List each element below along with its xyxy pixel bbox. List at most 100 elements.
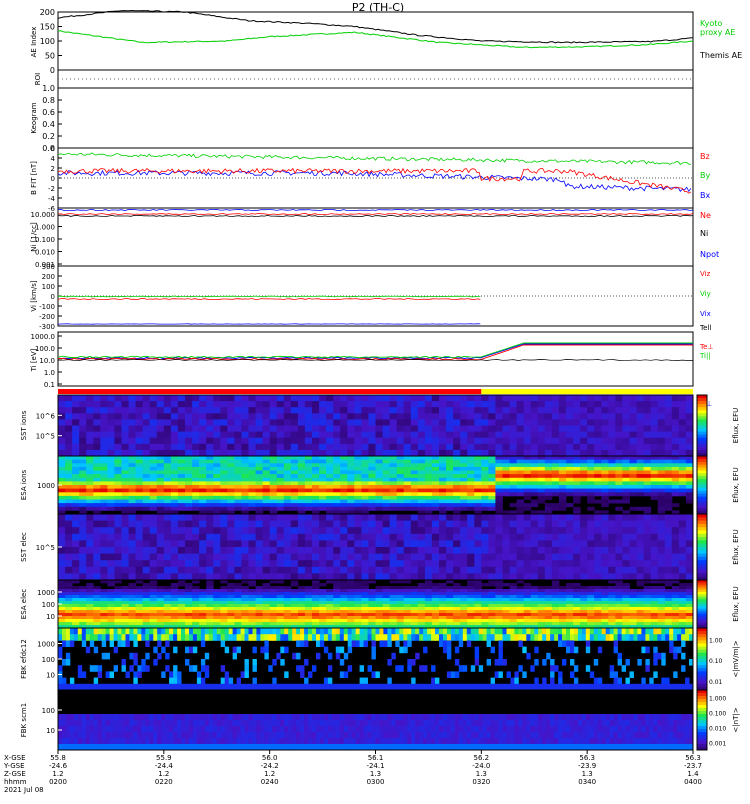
spectrogram-cell	[145, 640, 149, 647]
spectrogram-cell	[411, 534, 419, 541]
spectrogram-cell	[644, 573, 652, 580]
spectrogram-cell	[62, 678, 66, 685]
spectrogram-cell	[65, 613, 73, 616]
spectrogram-cell	[679, 492, 687, 496]
spectrogram-cell	[185, 444, 193, 451]
spectrogram-cell	[136, 401, 144, 408]
spectrogram-cell	[86, 485, 94, 489]
spectrogram-cell	[376, 592, 384, 595]
spectrogram-cell	[305, 438, 313, 445]
spectrogram-cell	[446, 395, 454, 402]
spectrogram-cell	[453, 471, 461, 475]
spectrogram-cell	[559, 496, 567, 500]
spectrogram-cell	[531, 438, 539, 445]
spectrogram-cell	[129, 438, 137, 445]
spectrogram-cell	[150, 592, 158, 595]
colorbar-segment	[697, 476, 707, 479]
colorbar-segment	[697, 517, 707, 521]
spectrogram-cell	[234, 583, 242, 586]
spectrogram-cell	[552, 607, 560, 610]
spectrogram-cell	[312, 395, 320, 402]
spectrogram-cell	[65, 521, 73, 528]
spectrogram-cell	[481, 598, 489, 601]
spectrogram-cell	[615, 622, 623, 625]
spectrogram-cell	[165, 640, 169, 647]
spectrogram-cell	[559, 426, 567, 433]
spectrogram-cell	[206, 407, 214, 414]
spectrogram-cell	[637, 471, 645, 475]
spectrogram-cell	[58, 485, 66, 489]
spectrogram-cell	[164, 521, 172, 528]
spectrogram-cell	[256, 595, 264, 598]
spectrogram-cell	[432, 471, 440, 475]
spectrogram-cell	[333, 450, 341, 457]
spectrogram-cell	[587, 500, 595, 504]
spectrogram-cell	[114, 432, 122, 439]
spectrogram-cell	[94, 665, 98, 672]
spectrogram-cell	[425, 567, 433, 574]
spectrogram-cell	[234, 496, 242, 500]
spectrogram-cell	[298, 601, 306, 604]
spectrogram-cell	[531, 601, 539, 604]
spectrogram-cell	[185, 474, 193, 478]
spectrogram-cell	[245, 665, 249, 672]
spectrogram-cell	[157, 586, 165, 589]
spectrogram-cell	[58, 467, 66, 471]
spectrogram-cell	[686, 407, 694, 414]
spectrogram-cell	[192, 485, 200, 489]
spectrogram-cell	[510, 567, 517, 574]
spectrogram-cell	[439, 478, 447, 482]
spectrogram-cell	[263, 485, 271, 489]
spectrogram-cell	[545, 601, 553, 604]
spectrogram-cell	[622, 471, 630, 475]
spectrogram-cell	[644, 463, 652, 467]
spectrogram-cell	[474, 426, 482, 433]
spectrogram-cell	[326, 474, 334, 478]
spectrogram-cell	[686, 554, 694, 561]
spectrogram-cell	[615, 401, 623, 408]
spectrogram-cell	[679, 586, 687, 589]
spectrogram-cell	[136, 560, 144, 567]
spectrogram-cell	[192, 407, 200, 414]
spectrogram-cell	[291, 467, 299, 471]
spectrogram-cell	[411, 622, 419, 625]
spectrogram-cell	[107, 407, 115, 414]
spectrogram-cell	[234, 463, 242, 467]
spectrogram-cell	[171, 573, 179, 580]
spectrogram-cell	[453, 413, 461, 420]
spectrogram-cell	[566, 547, 574, 554]
spectrogram-cell	[122, 573, 130, 580]
spectrogram-cell	[361, 622, 369, 625]
legend-viz: Viz	[700, 270, 711, 278]
spectrogram-cell	[658, 610, 666, 613]
spectrogram-cell	[672, 527, 680, 534]
spectrogram-cell	[538, 547, 546, 554]
spectrogram-cell	[404, 438, 412, 445]
spectrogram-cell	[136, 554, 144, 561]
spectrogram-cell	[425, 496, 433, 500]
spectrogram-cell	[411, 450, 419, 457]
spectrogram-cell	[495, 567, 503, 574]
spectrogram-cell	[305, 619, 313, 622]
spectrogram-cell	[284, 460, 292, 464]
spectrogram-cell	[291, 616, 299, 619]
spectrogram-cell	[573, 607, 581, 610]
spectrogram-cell	[517, 395, 525, 402]
spectrogram-cell	[220, 444, 228, 451]
spectrogram-cell	[241, 485, 249, 489]
spectrogram-cell	[199, 463, 207, 467]
spectrogram-cell	[495, 583, 503, 586]
spectrogram-cell	[157, 471, 165, 475]
spectrogram-cell	[185, 450, 193, 457]
spectrogram-cell	[185, 647, 189, 654]
spectrogram-cell	[587, 547, 595, 554]
spectrogram-cell	[573, 407, 581, 414]
spectrogram-cell	[517, 573, 525, 580]
spectrogram-cell	[326, 589, 334, 592]
spectrogram-cell	[206, 607, 214, 610]
spectrogram-cell	[241, 401, 249, 408]
spectrogram-cell	[566, 567, 574, 574]
spectrogram-cell	[270, 607, 278, 610]
spectrogram-cell	[665, 521, 673, 528]
spectrogram-cell	[446, 521, 454, 528]
